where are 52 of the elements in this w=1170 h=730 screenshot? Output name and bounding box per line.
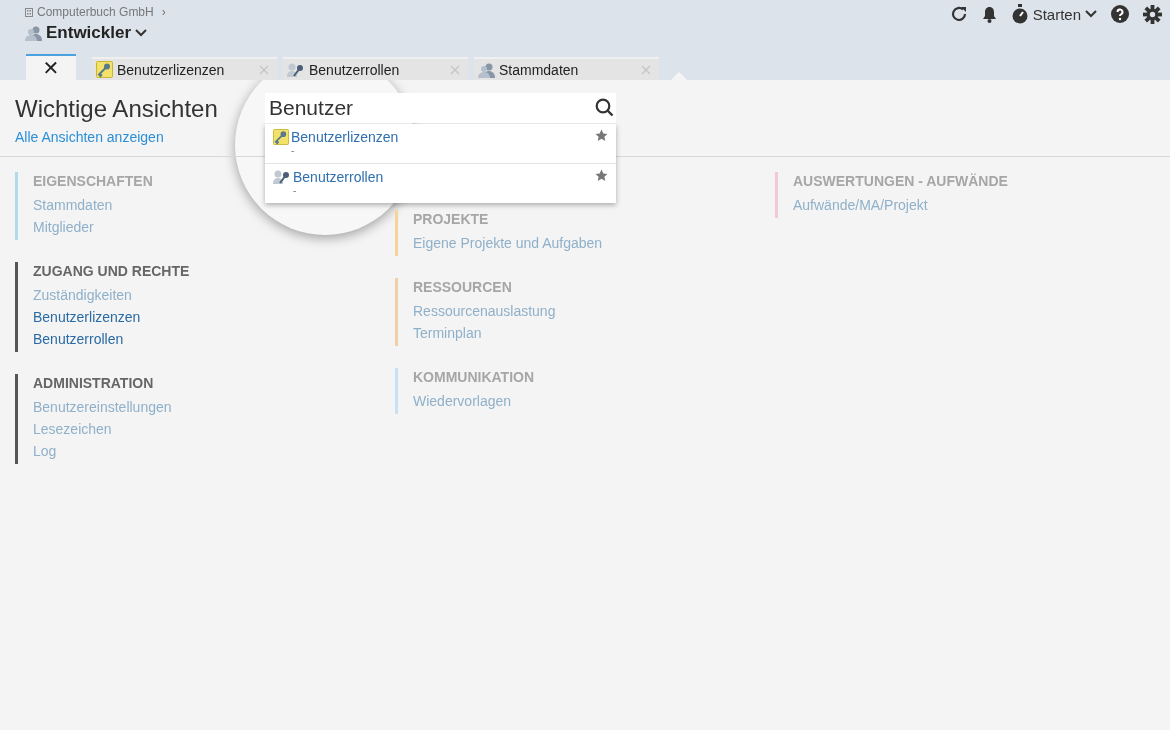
refresh-icon[interactable] (949, 5, 968, 23)
users-icon (478, 61, 495, 78)
group-heading: PROJEKTE (413, 210, 490, 229)
page-title: Wichtige Ansichten (15, 95, 219, 123)
settings-icon[interactable] (1143, 4, 1162, 24)
view-link[interactable]: Benutzerrollen (33, 328, 190, 350)
search-result-subtitle: - (291, 145, 296, 156)
group-heading: ADMINISTRATION (33, 374, 155, 393)
license-key-icon (96, 61, 113, 78)
view-link[interactable]: Wiedervorlagen (413, 390, 535, 412)
group-heading: RESSOURCEN (413, 278, 513, 297)
tab[interactable]: Benutzerlizenzen (92, 57, 277, 80)
group-heading: KOMMUNIKATION (413, 368, 535, 387)
tab[interactable]: Benutzerrollen (283, 57, 468, 80)
users-icon (25, 25, 42, 41)
star-icon[interactable] (595, 169, 608, 182)
group-heading: ZUGANG UND RECHTE (33, 262, 190, 281)
view-link[interactable]: Benutzerlizenzen (33, 306, 190, 328)
chevron-down-icon (1085, 10, 1097, 18)
stopwatch-icon (1010, 4, 1029, 24)
user-key-icon (287, 61, 305, 78)
view-link[interactable]: Lesezeichen (33, 418, 172, 440)
all-views-link[interactable]: Alle Ansichten anzeigen (15, 129, 164, 145)
view-link[interactable]: Benutzereinstellungen (33, 396, 172, 418)
building-icon (25, 7, 33, 17)
start-timer-button[interactable]: Starten (1010, 4, 1097, 24)
view-link[interactable]: Log (33, 440, 172, 462)
user-key-icon (273, 169, 291, 185)
group-heading: AUSWERTUNGEN - AUFWÄNDE (793, 172, 1008, 191)
search-result-link[interactable]: Benutzerlizenzen (291, 129, 399, 145)
search-field[interactable]: Benutzer (265, 93, 616, 123)
license-key-icon (273, 129, 289, 145)
view-link[interactable]: Stammdaten (33, 194, 153, 216)
view-link[interactable]: Zuständigkeiten (33, 284, 190, 306)
breadcrumb-link[interactable]: Computerbuch GmbH (37, 5, 154, 19)
view-link[interactable]: Aufwände/MA/Projekt (793, 194, 1008, 216)
group-heading: EIGENSCHAFTEN (33, 172, 153, 191)
star-icon[interactable] (595, 129, 608, 142)
search-result-link[interactable]: Benutzerrollen (293, 169, 384, 185)
search-icon[interactable] (595, 98, 614, 117)
view-link[interactable]: Ressourcenauslastung (413, 300, 556, 322)
workspace-title[interactable]: Entwickler (46, 23, 132, 43)
bell-icon[interactable] (981, 5, 997, 23)
search-result-subtitle: - (293, 185, 298, 196)
view-link[interactable]: Mitglieder (33, 216, 153, 238)
help-icon[interactable] (1111, 5, 1129, 23)
chevron-down-icon[interactable] (135, 29, 148, 37)
tab[interactable]: Stammdaten (474, 57, 659, 80)
view-link[interactable]: Terminplan (413, 322, 556, 344)
breadcrumb-separator: › (161, 5, 166, 19)
tab[interactable]: ✕ (26, 54, 76, 80)
view-link[interactable]: Eigene Projekte und Aufgaben (413, 232, 603, 254)
